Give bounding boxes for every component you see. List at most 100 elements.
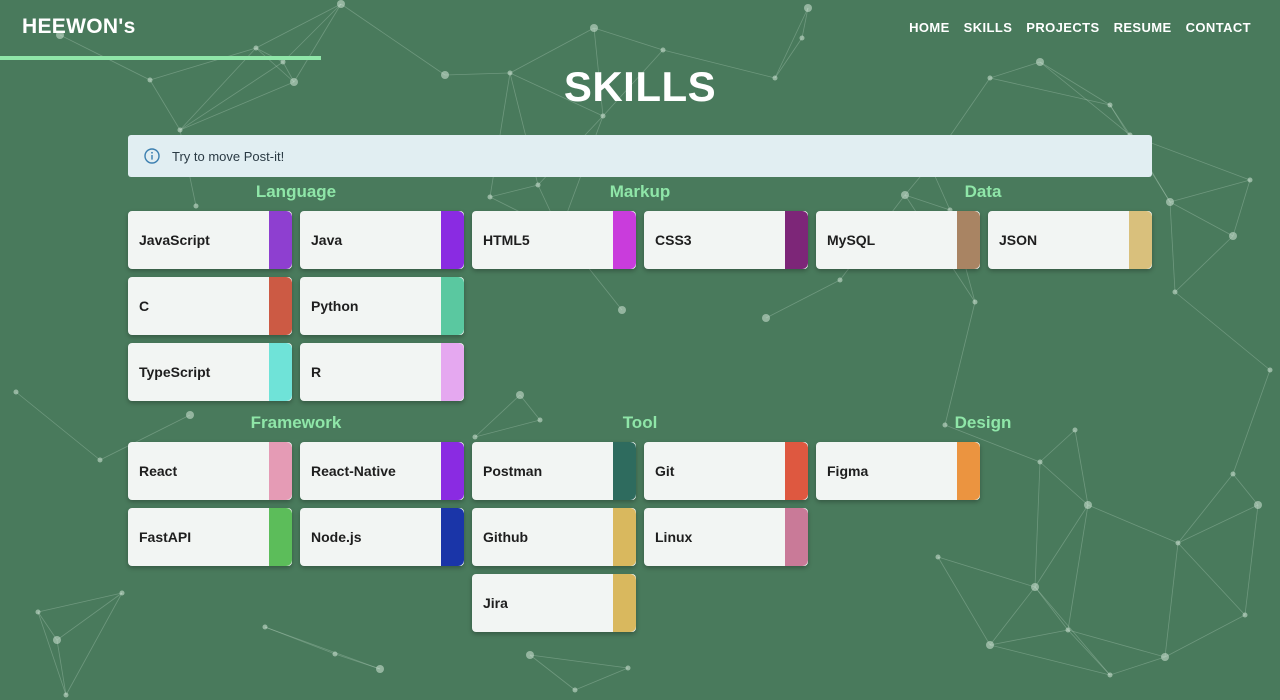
- network-link: [474, 394, 521, 438]
- network-node: [660, 47, 666, 53]
- network-node: [332, 651, 338, 657]
- network-link: [593, 27, 664, 51]
- skill-label: R: [311, 364, 322, 380]
- network-link: [1169, 201, 1176, 293]
- skill-card-r[interactable]: R: [300, 343, 464, 401]
- network-node: [590, 24, 598, 32]
- network-node: [1247, 177, 1253, 183]
- skill-card-mysql[interactable]: MySQL: [816, 211, 980, 269]
- network-link: [1034, 461, 1041, 588]
- network-node: [516, 391, 524, 399]
- page-title: SKILLS: [563, 63, 717, 110]
- category-title-language: Language: [255, 182, 337, 201]
- network-link: [765, 279, 841, 319]
- skill-card-figma[interactable]: Figma: [816, 442, 980, 500]
- skill-color-tab: [269, 211, 292, 269]
- network-node: [13, 389, 19, 395]
- network-link: [1164, 542, 1179, 658]
- network-node: [600, 113, 606, 119]
- skill-label: Git: [655, 463, 675, 479]
- skill-color-tab: [441, 508, 464, 566]
- network-link: [1232, 179, 1251, 237]
- network-link: [1169, 179, 1251, 203]
- skill-card-c[interactable]: C: [128, 277, 292, 335]
- skill-color-tab: [269, 508, 292, 566]
- skill-card-postman[interactable]: Postman: [472, 442, 636, 500]
- skill-card-html5[interactable]: HTML5: [472, 211, 636, 269]
- skill-color-tab: [785, 508, 808, 566]
- network-node: [119, 590, 125, 596]
- network-link: [937, 556, 1036, 588]
- skill-label: JavaScript: [139, 232, 210, 248]
- skill-label: TypeScript: [139, 364, 211, 380]
- skill-label: Node.js: [311, 529, 362, 545]
- network-node: [97, 457, 103, 463]
- network-node: [1242, 612, 1248, 618]
- nav-resume[interactable]: RESUME: [1114, 20, 1172, 35]
- network-node: [762, 314, 770, 322]
- network-node: [935, 554, 941, 560]
- network-link: [56, 639, 67, 696]
- category-title-design: Design: [954, 413, 1012, 432]
- skill-card-python[interactable]: Python: [300, 277, 464, 335]
- network-link: [334, 653, 381, 670]
- network-link: [1087, 504, 1179, 544]
- network-node: [1031, 583, 1039, 591]
- top-nav: HOME SKILLS PROJECTS RESUME CONTACT: [895, 20, 1251, 35]
- skill-card-nodejs[interactable]: Node.js: [300, 508, 464, 566]
- network-node: [262, 624, 268, 630]
- nav-skills[interactable]: SKILLS: [964, 20, 1013, 35]
- network-link: [65, 592, 123, 696]
- network-node: [472, 434, 478, 440]
- skill-color-tab: [441, 442, 464, 500]
- network-node: [1267, 367, 1273, 373]
- skill-card-linux[interactable]: Linux: [644, 508, 808, 566]
- network-link: [1177, 542, 1246, 616]
- network-node: [986, 641, 994, 649]
- skill-card-javascript[interactable]: JavaScript: [128, 211, 292, 269]
- network-node: [972, 299, 978, 305]
- network-link: [989, 629, 1069, 646]
- skill-color-tab: [441, 343, 464, 401]
- skill-card-react[interactable]: React: [128, 442, 292, 500]
- skill-color-tab: [957, 211, 980, 269]
- network-node: [1254, 501, 1262, 509]
- network-link: [1067, 629, 1111, 676]
- network-link: [1174, 235, 1234, 293]
- skill-label: Linux: [655, 529, 693, 545]
- network-node: [1037, 459, 1043, 465]
- skill-color-tab: [613, 211, 636, 269]
- skill-card-react-native[interactable]: React-Native: [300, 442, 464, 500]
- skill-card-github[interactable]: Github: [472, 508, 636, 566]
- nav-projects[interactable]: PROJECTS: [1026, 20, 1099, 35]
- info-circle-icon: [144, 148, 160, 164]
- skill-color-tab: [441, 211, 464, 269]
- nav-home[interactable]: HOME: [909, 20, 950, 35]
- network-node: [186, 411, 194, 419]
- skill-color-tab: [269, 277, 292, 335]
- skill-card-fastapi[interactable]: FastAPI: [128, 508, 292, 566]
- network-link: [37, 611, 67, 696]
- info-text: Try to move Post-it!: [172, 148, 285, 164]
- skill-label: Postman: [483, 463, 543, 479]
- network-link: [1034, 504, 1089, 588]
- skill-color-tab: [269, 343, 292, 401]
- network-link: [1232, 473, 1259, 506]
- category-title-data: Data: [964, 182, 1002, 201]
- site-logo[interactable]: HEEWON's: [22, 15, 136, 39]
- skill-card-typescript[interactable]: TypeScript: [128, 343, 292, 401]
- network-node: [1230, 471, 1236, 477]
- network-node: [837, 277, 843, 283]
- network-node: [625, 665, 631, 671]
- skill-card-git[interactable]: Git: [644, 442, 808, 500]
- skill-card-css3[interactable]: CSS3: [644, 211, 808, 269]
- network-link: [37, 611, 58, 641]
- nav-contact[interactable]: CONTACT: [1186, 20, 1251, 35]
- skill-card-java[interactable]: Java: [300, 211, 464, 269]
- category-title-tool: Tool: [622, 413, 658, 432]
- skill-card-json[interactable]: JSON: [988, 211, 1152, 269]
- skill-label: Github: [483, 529, 529, 545]
- network-link: [489, 184, 539, 198]
- skill-color-tab: [1129, 211, 1152, 269]
- skill-card-jira[interactable]: Jira: [472, 574, 636, 632]
